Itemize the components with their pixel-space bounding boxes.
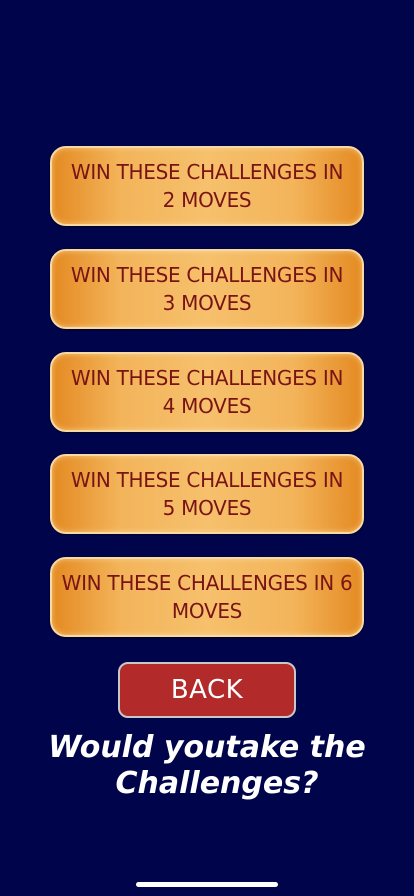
challenge-label-line1: WIN THESE CHALLENGES IN — [70, 160, 344, 184]
challenge-4-moves-label: WIN THESE CHALLENGES IN 4 MOVES — [70, 364, 344, 420]
challenge-label-line2: 5 MOVES — [162, 496, 252, 520]
challenge-6-moves-button[interactable]: WIN THESE CHALLENGES IN 6 MOVES — [50, 557, 364, 637]
challenge-label-line1: WIN THESE CHALLENGES IN 6 — [61, 571, 353, 595]
challenge-2-moves-button[interactable]: WIN THESE CHALLENGES IN 2 MOVES — [50, 146, 364, 226]
challenge-3-moves-label: WIN THESE CHALLENGES IN 3 MOVES — [70, 261, 344, 317]
challenge-5-moves-button[interactable]: WIN THESE CHALLENGES IN 5 MOVES — [50, 454, 364, 534]
challenge-4-moves-button[interactable]: WIN THESE CHALLENGES IN 4 MOVES — [50, 352, 364, 432]
challenge-label-line1: WIN THESE CHALLENGES IN — [70, 366, 344, 390]
back-button[interactable]: BACK — [118, 662, 296, 718]
challenge-label-line2: 3 MOVES — [162, 291, 252, 315]
challenge-2-moves-label: WIN THESE CHALLENGES IN 2 MOVES — [70, 158, 344, 214]
challenge-6-moves-label: WIN THESE CHALLENGES IN 6 MOVES — [62, 569, 353, 625]
challenge-label-line2: 4 MOVES — [162, 394, 252, 418]
challenge-label-line1: WIN THESE CHALLENGES IN — [70, 263, 344, 287]
challenge-label-line1: WIN THESE CHALLENGES IN — [70, 468, 344, 492]
challenge-label-line2: MOVES — [171, 599, 243, 623]
challenge-5-moves-label: WIN THESE CHALLENGES IN 5 MOVES — [70, 466, 344, 522]
challenge-label-line2: 2 MOVES — [162, 188, 252, 212]
home-indicator[interactable] — [136, 882, 278, 887]
challenges-screen: WIN THESE CHALLENGES IN 2 MOVES WIN THES… — [0, 0, 414, 896]
question-line1: Would youtake the — [48, 730, 366, 765]
question-line2: Challenges? — [115, 766, 319, 801]
challenge-3-moves-button[interactable]: WIN THESE CHALLENGES IN 3 MOVES — [50, 249, 364, 329]
challenge-question: Would youtake the Challenges? — [0, 730, 414, 802]
